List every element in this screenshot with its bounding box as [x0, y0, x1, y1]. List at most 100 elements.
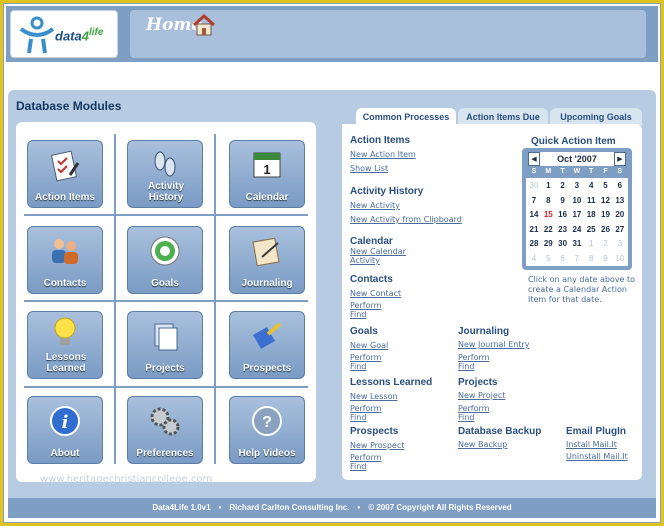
- home-icon[interactable]: [192, 14, 216, 36]
- calendar-day[interactable]: 1: [584, 237, 598, 251]
- module-action-items-button[interactable]: Action Items: [27, 140, 103, 208]
- module-lessons-learned-button[interactable]: Lessons Learned: [27, 311, 103, 379]
- goals-find-link[interactable]: Find: [350, 362, 366, 371]
- calendar-day[interactable]: 19: [599, 208, 613, 222]
- goals-perform-link[interactable]: Perform: [350, 353, 381, 362]
- install-mail-link[interactable]: Install Mail.It: [566, 440, 617, 449]
- module-calendar-button[interactable]: 1 Calendar: [229, 140, 305, 208]
- calendar-day[interactable]: 30: [527, 179, 541, 193]
- calendar-day[interactable]: 23: [556, 223, 570, 237]
- logo-prefix: data: [55, 28, 82, 44]
- new-calendar-link[interactable]: New Calendar: [350, 247, 406, 256]
- weekday-label: S: [617, 168, 623, 175]
- calendar-day[interactable]: 1: [541, 179, 555, 193]
- projects-perform-link[interactable]: Perform: [458, 404, 489, 413]
- calendar-day[interactable]: 29: [541, 237, 555, 251]
- calendar-day[interactable]: 4: [527, 252, 541, 266]
- calendar-day[interactable]: 5: [541, 252, 555, 266]
- module-preferences-button[interactable]: Preferences: [127, 396, 203, 464]
- calendar-day[interactable]: 5: [599, 179, 613, 193]
- calendar-day[interactable]: 25: [584, 223, 598, 237]
- module-label: Contacts: [43, 278, 87, 289]
- calendar-day[interactable]: 3: [613, 237, 627, 251]
- calendar-day[interactable]: 2: [599, 237, 613, 251]
- calendar-day[interactable]: 12: [599, 194, 613, 208]
- module-prospects-button[interactable]: Prospects: [229, 311, 305, 379]
- calendar-day[interactable]: 28: [527, 237, 541, 251]
- show-list-link[interactable]: Show List: [350, 164, 388, 173]
- calendar-day[interactable]: 13: [613, 194, 627, 208]
- calendar-day[interactable]: 8: [584, 252, 598, 266]
- calendar-day[interactable]: 17: [570, 208, 584, 222]
- calendar-day[interactable]: 4: [584, 179, 598, 193]
- calendar-activity-link[interactable]: Activity: [350, 256, 380, 265]
- calendar-next-button[interactable]: ▶: [614, 152, 626, 166]
- calendar-day[interactable]: 22: [541, 223, 555, 237]
- weekday-label: W: [573, 168, 581, 175]
- lessons-perform-link[interactable]: Perform: [350, 404, 381, 413]
- section-projects: Projects: [458, 377, 498, 388]
- new-project-link[interactable]: New Project: [458, 391, 505, 400]
- calendar-day[interactable]: 24: [570, 223, 584, 237]
- new-activity-clipboard-link[interactable]: New Activity from Clipboard: [350, 215, 462, 224]
- calendar-day[interactable]: 27: [613, 223, 627, 237]
- new-journal-entry-link[interactable]: New Journal Entry: [458, 340, 530, 349]
- calendar-day[interactable]: 26: [599, 223, 613, 237]
- module-activity-history-button[interactable]: Activity History: [127, 140, 203, 208]
- contacts-find-link[interactable]: Find: [350, 310, 366, 319]
- module-label: Calendar: [245, 192, 289, 203]
- target-icon: [150, 236, 180, 266]
- calendar-day[interactable]: 9: [556, 194, 570, 208]
- calendar-day[interactable]: 31: [570, 237, 584, 251]
- new-contact-link[interactable]: New Contact: [350, 289, 401, 298]
- new-action-item-link[interactable]: New Action Item: [350, 150, 416, 159]
- module-label: Help Videos: [238, 448, 296, 459]
- module-help-videos-button[interactable]: ? Help Videos: [229, 396, 305, 464]
- calendar-day[interactable]: 10: [570, 194, 584, 208]
- module-projects-button[interactable]: Projects: [127, 311, 203, 379]
- prospects-find-link[interactable]: Find: [350, 462, 366, 471]
- calendar-day[interactable]: 14: [527, 208, 541, 222]
- watermark: www.heritagechristiancollege.com: [40, 474, 213, 485]
- calendar-day[interactable]: 21: [527, 223, 541, 237]
- module-journaling-button[interactable]: Journaling: [229, 226, 305, 294]
- journaling-find-link[interactable]: Find: [458, 362, 474, 371]
- calendar-prev-button[interactable]: ◀: [528, 152, 540, 166]
- projects-find-link[interactable]: Find: [458, 413, 474, 422]
- contacts-perform-link[interactable]: Perform: [350, 301, 381, 310]
- weekday-label: S: [531, 168, 537, 175]
- module-contacts-button[interactable]: Contacts: [27, 226, 103, 294]
- calendar-day[interactable]: 6: [556, 252, 570, 266]
- logo-wordmark: data4life: [55, 27, 103, 43]
- calendar-day[interactable]: 8: [541, 194, 555, 208]
- calendar-day[interactable]: 20: [613, 208, 627, 222]
- calendar-day[interactable]: 3: [570, 179, 584, 193]
- calendar-day[interactable]: 9: [599, 252, 613, 266]
- section-activity-history: Activity History: [350, 186, 424, 197]
- app-logo[interactable]: data4life: [10, 10, 118, 58]
- calendar-day[interactable]: 7: [570, 252, 584, 266]
- prospects-perform-link[interactable]: Perform: [350, 453, 381, 462]
- new-activity-link[interactable]: New Activity: [350, 201, 400, 210]
- journaling-perform-link[interactable]: Perform: [458, 353, 489, 362]
- calendar-day[interactable]: 10: [613, 252, 627, 266]
- calendar-day[interactable]: 15: [541, 208, 555, 222]
- calendar-day[interactable]: 30: [556, 237, 570, 251]
- module-goals-button[interactable]: Goals: [127, 226, 203, 294]
- lessons-find-link[interactable]: Find: [350, 413, 366, 422]
- module-about-button[interactable]: i About: [27, 396, 103, 464]
- uninstall-mail-link[interactable]: Uninstall Mail.It: [566, 452, 628, 461]
- calendar-day[interactable]: 18: [584, 208, 598, 222]
- section-database-backup: Database Backup: [458, 426, 542, 437]
- new-prospect-link[interactable]: New Prospect: [350, 441, 404, 450]
- calendar-day[interactable]: 7: [527, 194, 541, 208]
- calendar-day[interactable]: 6: [613, 179, 627, 193]
- calendar-day[interactable]: 2: [556, 179, 570, 193]
- module-label: Lessons Learned: [45, 352, 87, 374]
- calendar-day[interactable]: 16: [556, 208, 570, 222]
- new-backup-link[interactable]: New Backup: [458, 440, 507, 449]
- new-lesson-link[interactable]: New Lesson: [350, 392, 398, 401]
- calendar-day[interactable]: 11: [584, 194, 598, 208]
- quick-action-title: Quick Action Item: [531, 136, 616, 147]
- new-goal-link[interactable]: New Goal: [350, 341, 388, 350]
